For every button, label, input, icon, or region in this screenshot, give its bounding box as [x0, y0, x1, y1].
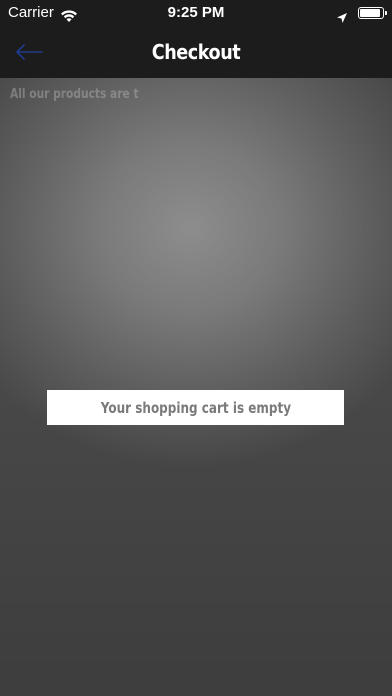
battery-fill — [360, 9, 380, 17]
checkout-screen: Carrier 9:25 PM Checkout All our product… — [0, 0, 392, 696]
status-time: 9:25 PM — [167, 4, 225, 21]
page-title: Checkout — [151, 40, 241, 64]
location-arrow-icon — [336, 7, 348, 23]
status-right — [336, 0, 387, 26]
checkout-content: All our products are t Your shopping car… — [0, 78, 392, 696]
navigation-bar: Checkout — [0, 26, 392, 78]
battery-icon — [358, 7, 387, 19]
empty-cart-message: Your shopping cart is empty — [100, 398, 291, 417]
empty-cart-box: Your shopping cart is empty — [47, 390, 344, 425]
products-notice: All our products are t — [10, 87, 139, 102]
status-bar: Carrier 9:25 PM — [0, 0, 392, 26]
